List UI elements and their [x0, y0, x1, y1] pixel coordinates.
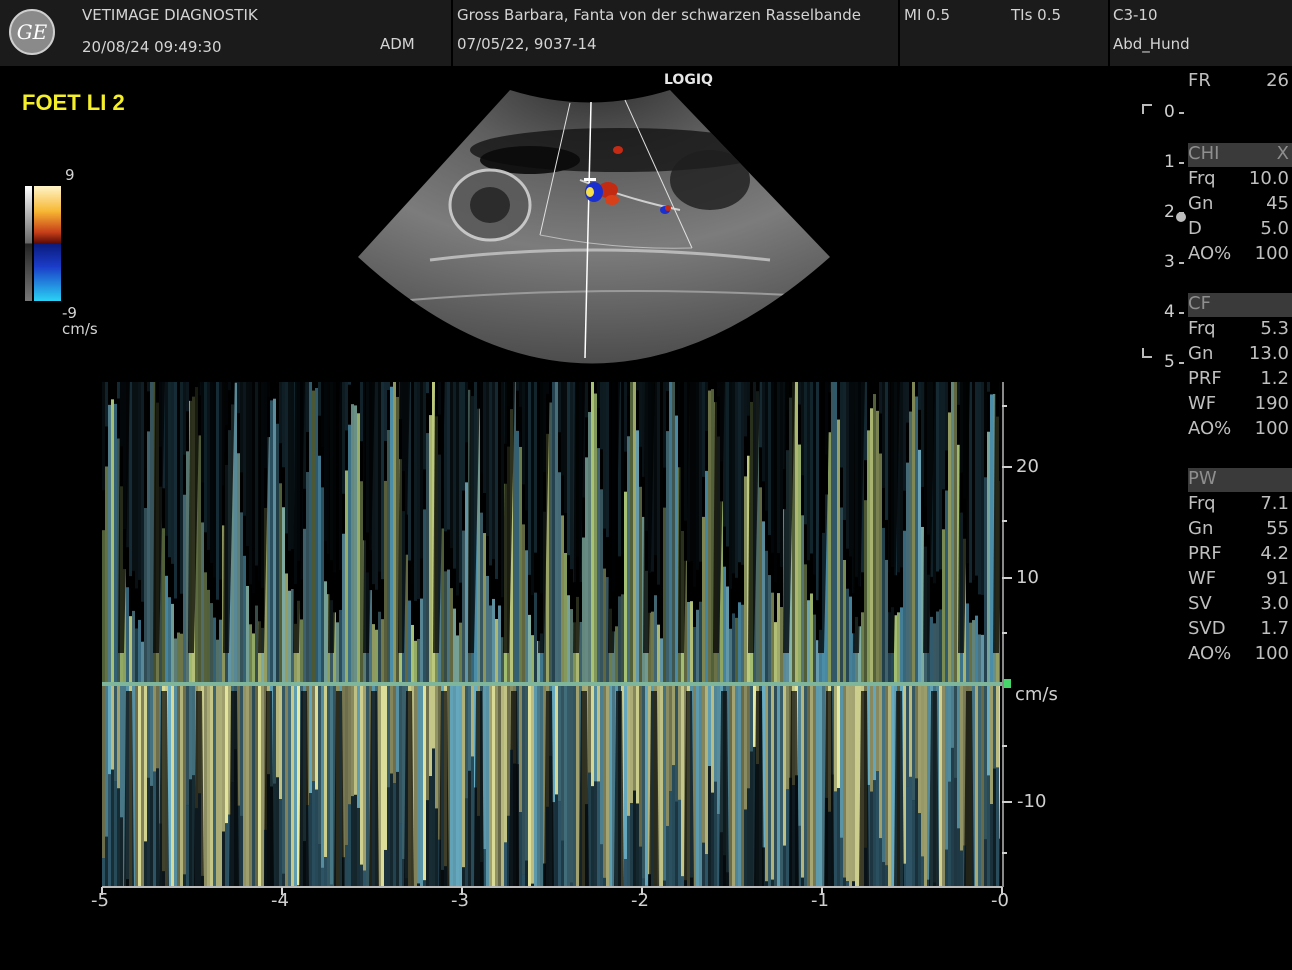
depth-tick — [1179, 312, 1184, 314]
color-scale-max: 9 — [65, 166, 75, 184]
param-pw-frq: Frq 7.1 — [1188, 493, 1289, 514]
application-preset: Abd_Hund — [1113, 35, 1190, 53]
time-tick-label: -1 — [811, 890, 829, 911]
baseline-marker[interactable] — [1003, 679, 1011, 688]
thermal-index: TIs 0.5 — [1011, 6, 1062, 24]
velocity-tick — [1002, 801, 1012, 803]
time-tick-label: -3 — [451, 890, 469, 911]
velocity-minor-tick — [1002, 405, 1007, 407]
spectrum-baseline[interactable] — [102, 682, 1008, 686]
patient-name: Gross Barbara, Fanta von der schwarzen R… — [457, 6, 861, 24]
param-chi-d: D 5.0 — [1188, 218, 1289, 239]
velocity-minor-tick — [1002, 852, 1007, 854]
time-tick-label: -0 — [991, 890, 1009, 911]
mechanical-index: MI 0.5 — [904, 6, 950, 24]
color-velocity-bar — [34, 186, 61, 301]
param-cf-wf: WF 190 — [1188, 393, 1289, 414]
param-fr: FR 26 — [1188, 70, 1289, 91]
param-chi-ao%: AO% 100 — [1188, 243, 1289, 264]
time-tick-label: -2 — [631, 890, 649, 911]
velocity-minor-tick — [1002, 632, 1007, 634]
time-axis-line — [102, 886, 1002, 888]
depth-label: 1 — [1164, 152, 1175, 172]
depth-tick — [1179, 362, 1184, 364]
param-chi-frq: Frq 10.0 — [1188, 168, 1289, 189]
depth-label: 0 — [1164, 102, 1175, 122]
velocity-minor-tick — [1002, 520, 1007, 522]
param-cf-frq: Frq 5.3 — [1188, 318, 1289, 339]
bmode-sector-image[interactable] — [350, 70, 840, 370]
param-header-cf: CF — [1188, 293, 1292, 317]
depth-label: 5 — [1164, 352, 1175, 372]
param-header-pw: PW — [1188, 468, 1292, 492]
velocity-tick-label: 20 — [1016, 456, 1039, 477]
time-tick-label: -4 — [271, 890, 289, 911]
param-chi-gn: Gn 45 — [1188, 193, 1289, 214]
velocity-tick-label: 10 — [1016, 567, 1039, 588]
preset-label: FOET LI 2 — [22, 90, 125, 115]
param-pw-gn: Gn 55 — [1188, 518, 1289, 539]
depth-tick — [1179, 112, 1184, 114]
velocity-tick — [1002, 577, 1012, 579]
depth-label: 4 — [1164, 302, 1175, 322]
color-scale-unit: cm/s — [62, 320, 98, 338]
velocity-unit: cm/s — [1015, 684, 1058, 705]
depth-tick — [1179, 262, 1184, 264]
param-pw-wf: WF 91 — [1188, 568, 1289, 589]
info-header: GE VETIMAGE DIAGNOSTIK 20/08/24 09:49:30… — [0, 0, 1292, 66]
doppler-spectrum[interactable] — [102, 382, 1000, 887]
patient-info: 07/05/22, 9037-14 — [457, 35, 597, 53]
param-cf-prf: PRF 1.2 — [1188, 368, 1289, 389]
velocity-tick — [1002, 466, 1012, 468]
depth-label: 2 — [1164, 202, 1175, 222]
depth-tick — [1179, 212, 1184, 214]
depth-tick — [1179, 162, 1184, 164]
param-pw-svd: SVD 1.7 — [1188, 618, 1289, 639]
param-cf-gn: Gn 13.0 — [1188, 343, 1289, 364]
param-pw-sv: SV 3.0 — [1188, 593, 1289, 614]
velocity-axis-line — [1002, 382, 1004, 887]
velocity-minor-tick — [1002, 745, 1007, 747]
gray-map-bar — [25, 186, 32, 301]
ge-logo-icon: GE — [9, 9, 55, 55]
time-tick-label: -5 — [91, 890, 109, 911]
param-pw-prf: PRF 4.2 — [1188, 543, 1289, 564]
probe-name: C3-10 — [1113, 6, 1158, 24]
param-header-chi: CHI X — [1188, 143, 1292, 167]
exam-datetime: 20/08/24 09:49:30 — [82, 38, 222, 56]
velocity-tick-label: -10 — [1017, 791, 1047, 812]
param-pw-ao%: AO% 100 — [1188, 643, 1289, 664]
depth-label: 3 — [1164, 252, 1175, 272]
param-cf-ao%: AO% 100 — [1188, 418, 1289, 439]
institution-name: VETIMAGE DIAGNOSTIK — [82, 6, 258, 24]
operator-id: ADM — [380, 35, 415, 53]
